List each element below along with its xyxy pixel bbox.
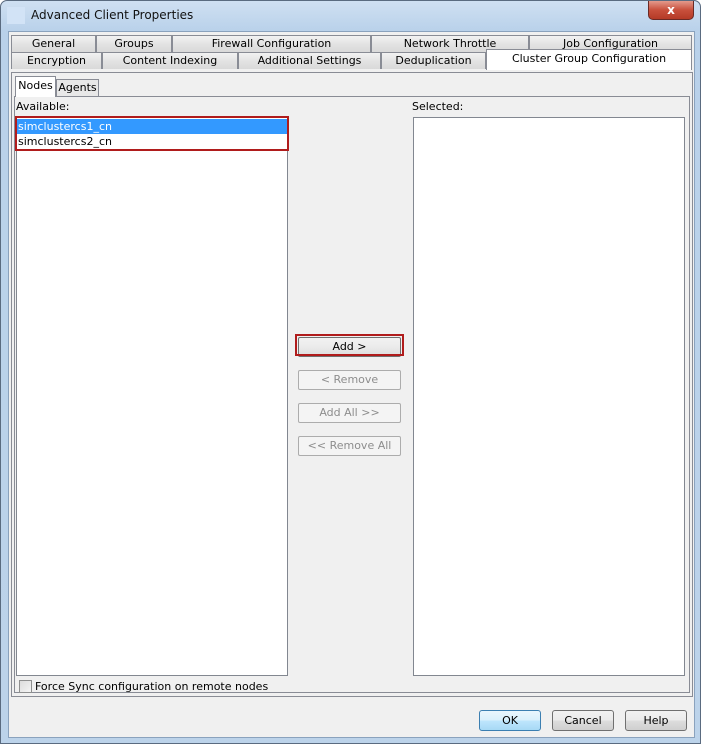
selected-label: Selected:	[412, 100, 464, 113]
ok-button[interactable]: OK	[479, 710, 541, 731]
tab-deduplication[interactable]: Deduplication	[381, 52, 486, 69]
available-label: Available:	[16, 100, 70, 113]
available-list[interactable]: simclustercs1_cn simclustercs2_cn	[16, 117, 288, 676]
selected-list[interactable]	[413, 117, 685, 676]
remove-button[interactable]: < Remove	[298, 370, 401, 390]
tab-groups[interactable]: Groups	[96, 35, 172, 52]
tab-cluster-group-configuration[interactable]: Cluster Group Configuration	[486, 49, 692, 70]
subtab-nodes[interactable]: Nodes	[15, 76, 56, 97]
close-button[interactable]: x	[648, 1, 694, 20]
force-sync-label: Force Sync configuration on remote nodes	[35, 680, 269, 693]
nodes-panel: Available: simclustercs1_cn simclustercs…	[14, 96, 690, 693]
tab-encryption[interactable]: Encryption	[11, 52, 102, 69]
tab-general[interactable]: General	[11, 35, 96, 52]
subtab-agents[interactable]: Agents	[56, 79, 99, 96]
tab-row-2: Encryption Content Indexing Additional S…	[11, 49, 692, 70]
tab-content-indexing[interactable]: Content Indexing	[102, 52, 238, 69]
dialog-window: Advanced Client Properties x General Gro…	[0, 0, 701, 744]
close-icon: x	[667, 3, 675, 17]
available-items-highlight	[15, 116, 289, 151]
add-all-button[interactable]: Add All >>	[298, 403, 401, 423]
remove-all-button[interactable]: << Remove All	[298, 436, 401, 456]
window-title: Advanced Client Properties	[31, 8, 194, 22]
tab-additional-settings[interactable]: Additional Settings	[238, 52, 381, 69]
app-icon	[7, 7, 25, 24]
cluster-group-panel: Nodes Agents Available: simclustercs1_cn…	[11, 72, 693, 697]
add-button-highlight	[295, 334, 404, 356]
tab-firewall-configuration[interactable]: Firewall Configuration	[172, 35, 371, 52]
dialog-body: General Groups Firewall Configuration Ne…	[8, 31, 695, 738]
force-sync-checkbox[interactable]	[19, 680, 32, 693]
cancel-button[interactable]: Cancel	[552, 710, 614, 731]
help-button[interactable]: Help	[625, 710, 687, 731]
